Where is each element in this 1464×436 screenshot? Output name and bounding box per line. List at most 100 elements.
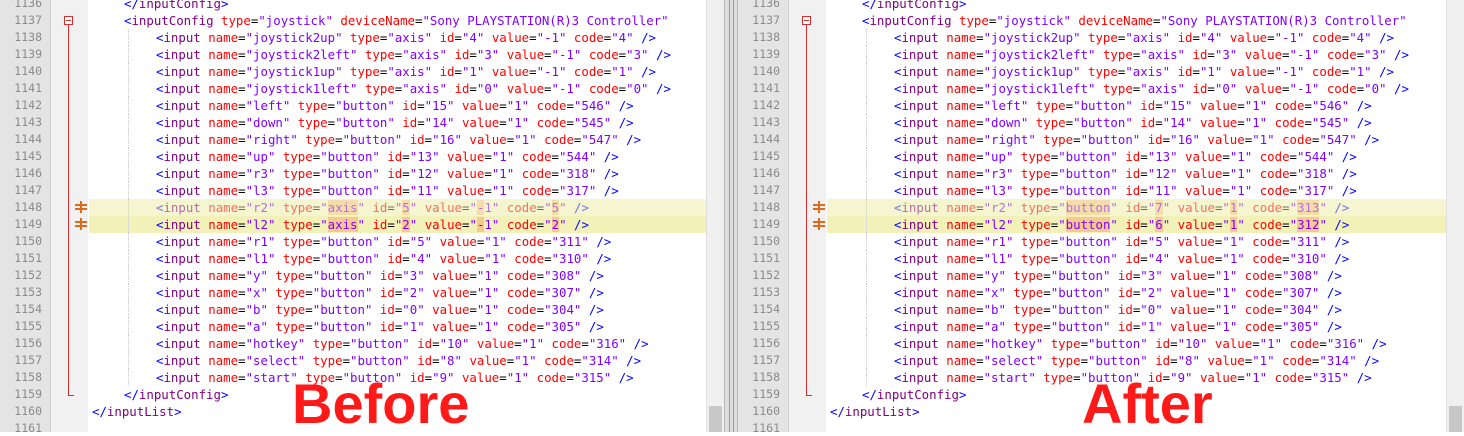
code-line[interactable]: 1145 <input name="up" type="button" id="1… — [0, 148, 724, 165]
code-text[interactable]: <input name="left" type="button" id="15"… — [156, 97, 634, 114]
code-line[interactable]: 1136 </inputConfig> — [738, 0, 1464, 12]
code-line[interactable]: 1138 <input name="joystick2up" type="axis… — [738, 29, 1464, 46]
code-text[interactable]: </inputConfig> — [862, 386, 966, 403]
code-line[interactable]: 1153 <input name="x" type="button" id="2"… — [0, 284, 724, 301]
code-text[interactable]: <input name="joystick1left" type="axis" … — [156, 80, 671, 97]
code-line[interactable]: 1154 <input name="b" type="button" id="0"… — [0, 301, 724, 318]
code-text[interactable]: <input name="b" type="button" id="0" val… — [156, 301, 604, 318]
code-line[interactable]: 1148 <input name="r2" type="axis" id="5" … — [0, 199, 724, 216]
code-text[interactable]: <input name="l3" type="button" id="11" v… — [156, 182, 619, 199]
scrollbar-thumb[interactable] — [1449, 406, 1462, 432]
code-line[interactable]: 1156 <input name="hotkey" type="button" i… — [0, 335, 724, 352]
code-line[interactable]: 1150 <input name="r1" type="button" id="5… — [0, 233, 724, 250]
diff-change-icon[interactable] — [813, 201, 825, 213]
code-text[interactable]: </inputList> — [92, 403, 182, 420]
code-line[interactable]: 1148 <input name="r2" type="button" id="7… — [738, 199, 1464, 216]
pane-splitter[interactable] — [724, 0, 738, 432]
code-line[interactable]: 1156 <input name="hotkey" type="button" i… — [738, 335, 1464, 352]
code-line[interactable]: 1142 <input name="left" type="button" id=… — [738, 97, 1464, 114]
vertical-scrollbar[interactable] — [1446, 0, 1464, 432]
before-editor-pane[interactable]: 1136 </inputConfig> 1137 <inputConfig type=… — [0, 0, 724, 432]
code-text[interactable]: <input name="y" type="button" id="3" val… — [156, 267, 604, 284]
diff-change-icon[interactable] — [75, 218, 87, 230]
code-line[interactable]: 1152 <input name="y" type="button" id="3"… — [0, 267, 724, 284]
code-line[interactable]: 1144 <input name="right" type="button" id… — [738, 131, 1464, 148]
code-text[interactable]: <input name="right" type="button" id="16… — [894, 131, 1379, 148]
code-line[interactable]: 1137 <inputConfig type="joystick" deviceN… — [738, 12, 1464, 29]
code-text[interactable]: <input name="l2" type="button" id="6" va… — [894, 216, 1349, 233]
code-text[interactable]: <input name="l3" type="button" id="11" v… — [894, 182, 1357, 199]
code-text[interactable]: <input name="joystick2up" type="axis" id… — [894, 29, 1394, 46]
code-line[interactable]: 1150 <input name="r1" type="button" id="5… — [738, 233, 1464, 250]
code-text[interactable]: <input name="l1" type="button" id="4" va… — [156, 250, 611, 267]
fold-collapse-icon[interactable] — [64, 16, 73, 25]
code-text[interactable]: <input name="right" type="button" id="16… — [156, 131, 641, 148]
code-line[interactable]: 1151 <input name="l1" type="button" id="4… — [738, 250, 1464, 267]
code-text[interactable]: <input name="joystick2up" type="axis" id… — [156, 29, 656, 46]
code-line[interactable]: 1157 <input name="select" type="button" i… — [738, 352, 1464, 369]
code-line[interactable]: 1155 <input name="a" type="button" id="1"… — [0, 318, 724, 335]
code-text[interactable]: <input name="l2" type="axis" id="2" valu… — [156, 216, 589, 233]
code-text[interactable]: <input name="joystick2left" type="axis" … — [156, 46, 671, 63]
code-text[interactable]: <input name="up" type="button" id="13" v… — [894, 148, 1357, 165]
code-text[interactable]: <input name="b" type="button" id="0" val… — [894, 301, 1342, 318]
code-text[interactable]: <input name="a" type="button" id="1" val… — [156, 318, 604, 335]
code-line[interactable]: 1146 <input name="r3" type="button" id="1… — [0, 165, 724, 182]
code-line[interactable]: 1147 <input name="l3" type="button" id="1… — [738, 182, 1464, 199]
scrollbar-thumb[interactable] — [709, 406, 722, 432]
vertical-scrollbar[interactable] — [706, 0, 724, 432]
code-line[interactable]: 1149 <input name="l2" type="axis" id="2" … — [0, 216, 724, 233]
code-line[interactable]: 1141 <input name="joystick1left" type="ax… — [0, 80, 724, 97]
code-text[interactable]: <input name="a" type="button" id="1" val… — [894, 318, 1342, 335]
code-line[interactable]: 1141 <input name="joystick1left" type="ax… — [738, 80, 1464, 97]
code-line[interactable]: 1142 <input name="left" type="button" id=… — [0, 97, 724, 114]
code-text[interactable]: </inputConfig> — [124, 0, 228, 12]
fold-collapse-icon[interactable] — [802, 16, 811, 25]
code-text[interactable]: </inputConfig> — [124, 386, 228, 403]
code-line[interactable]: 1145 <input name="up" type="button" id="1… — [738, 148, 1464, 165]
code-text[interactable]: <input name="r3" type="button" id="12" v… — [894, 165, 1357, 182]
code-text[interactable]: <input name="l1" type="button" id="4" va… — [894, 250, 1349, 267]
code-line[interactable]: 1138 <input name="joystick2up" type="axis… — [0, 29, 724, 46]
code-line[interactable]: 1144 <input name="right" type="button" id… — [0, 131, 724, 148]
code-line[interactable]: 1143 <input name="down" type="button" id=… — [738, 114, 1464, 131]
code-text[interactable]: </inputConfig> — [862, 0, 966, 12]
after-editor-pane[interactable]: 1136 </inputConfig> 1137 <inputConfig type=… — [738, 0, 1464, 432]
code-line[interactable]: 1155 <input name="a" type="button" id="1"… — [738, 318, 1464, 335]
code-line[interactable]: 1154 <input name="b" type="button" id="0"… — [738, 301, 1464, 318]
code-line[interactable]: 1146 <input name="r3" type="button" id="1… — [738, 165, 1464, 182]
code-text[interactable]: <input name="r2" type="button" id="7" va… — [894, 199, 1349, 216]
code-line[interactable]: 1140 <input name="joystick1up" type="axis… — [738, 63, 1464, 80]
code-line[interactable]: 1139 <input name="joystick2left" type="ax… — [0, 46, 724, 63]
code-text[interactable]: <input name="down" type="button" id="14"… — [894, 114, 1372, 131]
code-line[interactable]: 1149 <input name="l2" type="button" id="6… — [738, 216, 1464, 233]
code-text[interactable]: <input name="up" type="button" id="13" v… — [156, 148, 619, 165]
code-line[interactable]: 1157 <input name="select" type="button" i… — [0, 352, 724, 369]
code-text[interactable]: <input name="joystick1left" type="axis" … — [894, 80, 1409, 97]
code-line[interactable]: 1137 <inputConfig type="joystick" deviceN… — [0, 12, 724, 29]
code-line[interactable]: 1143 <input name="down" type="button" id=… — [0, 114, 724, 131]
code-line[interactable]: 1136 </inputConfig> — [0, 0, 724, 12]
code-text[interactable]: <input name="r1" type="button" id="5" va… — [156, 233, 611, 250]
code-text[interactable]: <inputConfig type="joystick" deviceName=… — [124, 12, 669, 29]
code-text[interactable]: <input name="joystick1up" type="axis" id… — [156, 63, 656, 80]
code-line[interactable]: 1151 <input name="l1" type="button" id="4… — [0, 250, 724, 267]
code-line[interactable]: 1152 <input name="y" type="button" id="3"… — [738, 267, 1464, 284]
code-text[interactable]: </inputList> — [830, 403, 920, 420]
code-text[interactable]: <input name="select" type="button" id="8… — [894, 352, 1379, 369]
code-text[interactable]: <input name="hotkey" type="button" id="1… — [156, 335, 649, 352]
code-text[interactable]: <input name="left" type="button" id="15"… — [894, 97, 1372, 114]
code-text[interactable]: <input name="joystick2left" type="axis" … — [894, 46, 1409, 63]
code-text[interactable]: <input name="down" type="button" id="14"… — [156, 114, 634, 131]
code-text[interactable]: <input name="y" type="button" id="3" val… — [894, 267, 1342, 284]
code-text[interactable]: <input name="r2" type="axis" id="5" valu… — [156, 199, 589, 216]
code-text[interactable]: <input name="r1" type="button" id="5" va… — [894, 233, 1349, 250]
code-line[interactable]: 1139 <input name="joystick2left" type="ax… — [738, 46, 1464, 63]
code-text[interactable]: <inputConfig type="joystick" deviceName=… — [862, 12, 1407, 29]
code-text[interactable]: <input name="hotkey" type="button" id="1… — [894, 335, 1387, 352]
diff-change-icon[interactable] — [813, 218, 825, 230]
code-text[interactable]: <input name="joystick1up" type="axis" id… — [894, 63, 1394, 80]
code-text[interactable]: <input name="r3" type="button" id="12" v… — [156, 165, 619, 182]
code-text[interactable]: <input name="x" type="button" id="2" val… — [156, 284, 604, 301]
code-line[interactable]: 1153 <input name="x" type="button" id="2"… — [738, 284, 1464, 301]
